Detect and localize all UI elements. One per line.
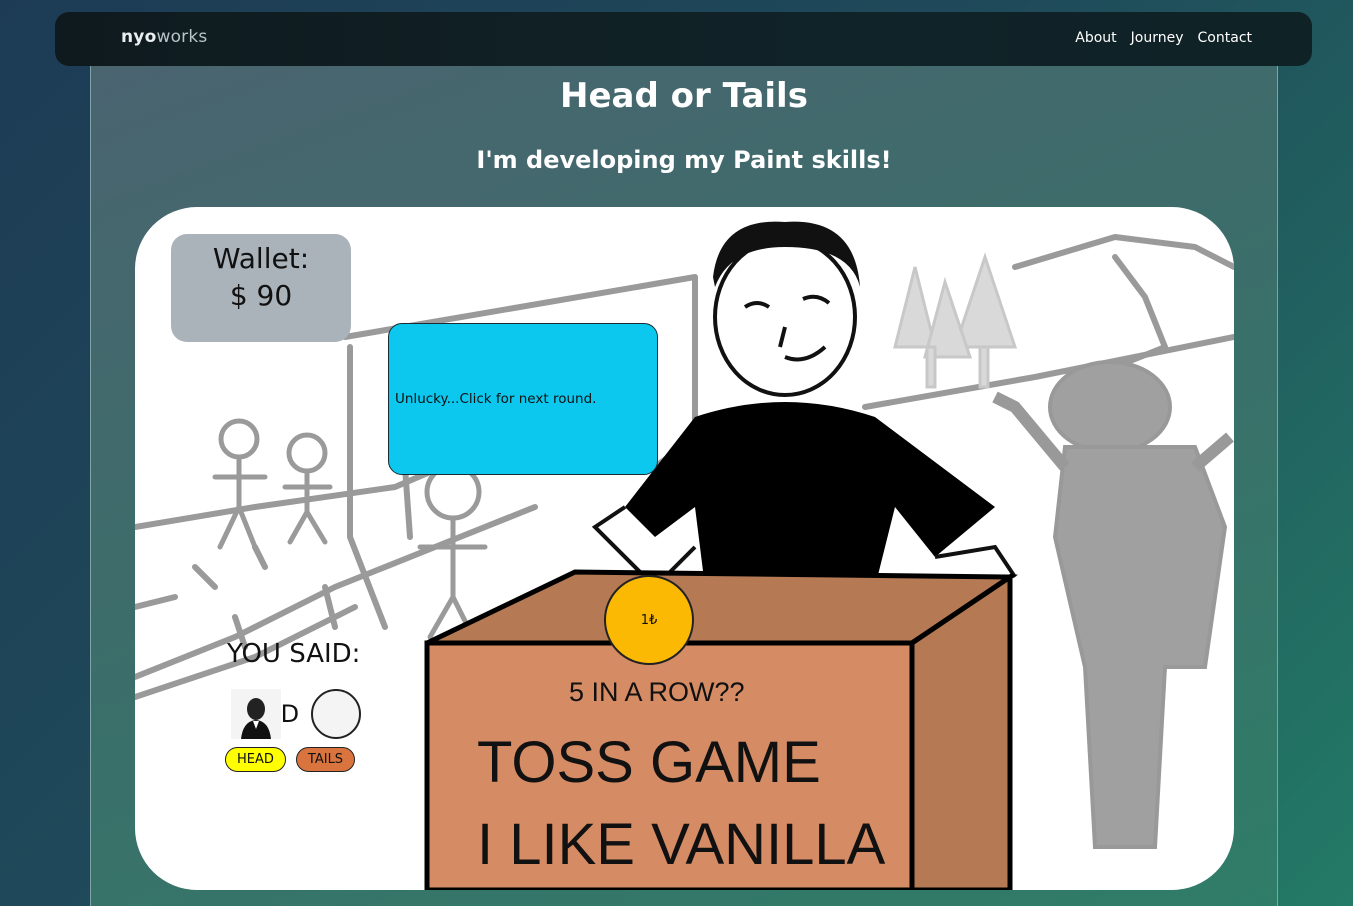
brand-light: works (156, 27, 208, 47)
wallet-label: Wallet: (212, 242, 310, 275)
tails-button[interactable]: TAILS (295, 747, 356, 772)
nav-link-journey[interactable]: Journey (1131, 30, 1184, 46)
result-message-text: Unlucky...Click for next round. (395, 391, 597, 407)
selected-answer: HEAD (231, 689, 362, 739)
nav-links: About Journey Contact (1075, 30, 1252, 46)
wallet-amount: $ 90 (229, 279, 293, 312)
grey-person-sketch (992, 360, 1234, 849)
coin[interactable]: 1₺ (604, 575, 694, 665)
head-portrait-icon (231, 689, 362, 739)
brand-bold: nyo (121, 27, 157, 47)
brand-logo[interactable]: nyoworks (121, 27, 207, 47)
box-text-streak: 5 IN A ROW?? (569, 677, 745, 707)
you-said-label: YOU SAID: (227, 639, 361, 669)
head-button[interactable]: HEAD (225, 747, 286, 772)
nav-link-about[interactable]: About (1075, 30, 1116, 46)
game-scene: Wallet: $ 90 Unlucky...Click for next ro… (135, 207, 1234, 890)
character-drawing (591, 221, 1017, 590)
box-text-vanilla: I LIKE VANILLA (477, 812, 886, 877)
page-subtitle: I'm developing my Paint skills! (476, 146, 892, 174)
navbar: nyoworks About Journey Contact (55, 12, 1312, 66)
nav-link-contact[interactable]: Contact (1198, 30, 1252, 46)
wallet-card: Wallet: $ 90 (171, 234, 351, 342)
choice-buttons: HEAD TAILS (225, 747, 356, 772)
box-text-title: TOSS GAME (477, 730, 821, 795)
trees (893, 252, 1018, 389)
page-title: Head or Tails (560, 76, 808, 116)
coin-label: 1₺ (640, 612, 658, 628)
content-panel: Head or Tails I'm developing my Paint sk… (90, 66, 1278, 906)
result-message[interactable]: Unlucky...Click for next round. (388, 323, 658, 475)
